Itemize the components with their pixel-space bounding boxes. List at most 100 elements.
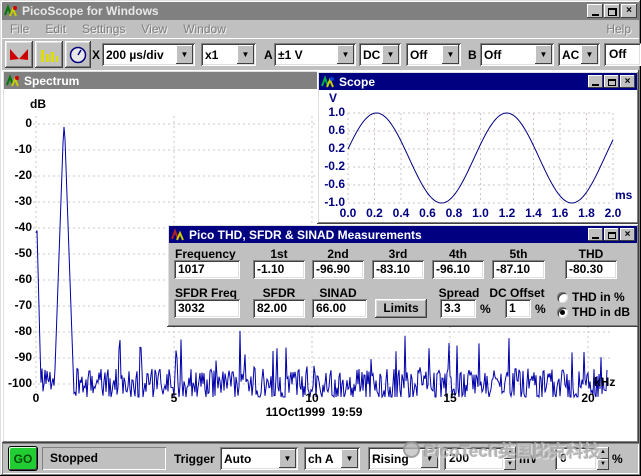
sfdr-freq-field[interactable]: 3032 xyxy=(174,299,240,318)
trigger-mode-combo[interactable]: Auto ▼ xyxy=(220,447,298,470)
tick-label: -20 xyxy=(4,168,32,182)
toolbar: X 200 µs/div ▼ x1 ▼ A ±1 V ▼ DC ▼ Off ▼ … xyxy=(2,38,639,69)
harmonic-3rd-field[interactable]: -83.10 xyxy=(372,260,424,279)
channel-a-alt-combo[interactable]: Off ▼ xyxy=(406,43,461,66)
thd-titlebar[interactable]: Pico THD, SFDR & SINAD Measurements × xyxy=(169,226,637,243)
menu-help[interactable]: Help xyxy=(598,22,639,36)
channel-a-range-combo[interactable]: ±1 V ▼ xyxy=(274,43,356,66)
channel-b-alt-field[interactable]: Off xyxy=(604,43,641,66)
spread-field[interactable]: 3.3 xyxy=(440,299,476,318)
chevron-down-icon: ▼ xyxy=(442,45,459,64)
status-text: Stopped xyxy=(42,447,166,470)
minimize-icon xyxy=(592,84,599,86)
close-icon: × xyxy=(625,76,631,88)
channel-b-range-combo[interactable]: Off ▼ xyxy=(480,43,554,66)
picoscope-logo-icon xyxy=(4,4,19,18)
thd-minimize-button[interactable] xyxy=(588,228,603,241)
thd-close-button[interactable]: × xyxy=(620,228,635,241)
scope-maximize-button[interactable] xyxy=(604,75,619,88)
channel-a-alt-value: Off xyxy=(406,48,442,62)
sfdr-field[interactable]: 82.00 xyxy=(253,299,305,318)
scope-close-button[interactable]: × xyxy=(620,75,635,88)
statusbar: GO Stopped Trigger Auto ▼ ch A ▼ Rising … xyxy=(2,443,639,474)
menu-settings[interactable]: Settings xyxy=(74,22,133,36)
menu-file[interactable]: File xyxy=(2,22,37,36)
thd-header-1st: 1st xyxy=(253,247,305,261)
go-button[interactable]: GO xyxy=(9,447,37,470)
scope-minimize-button[interactable] xyxy=(588,75,603,88)
trigger-level-stepper[interactable]: ▲ ▼ xyxy=(504,447,516,470)
harmonic-2nd-field[interactable]: -96.90 xyxy=(312,260,364,279)
chevron-down-icon: ▼ xyxy=(337,45,354,64)
maximize-icon xyxy=(608,79,616,86)
spectrum-window-icon xyxy=(6,74,21,88)
limits-button[interactable]: Limits xyxy=(375,299,427,318)
main-titlebar: PicoScope for Windows × xyxy=(2,2,639,20)
menubar: File Edit Settings View Window Help xyxy=(2,21,639,37)
radio-icon xyxy=(557,292,568,303)
spectrum-view-button[interactable] xyxy=(35,41,63,68)
tick-label: 15 xyxy=(435,391,465,405)
thd-header-4th: 4th xyxy=(432,247,484,261)
channel-a-coupling-combo[interactable]: DC ▼ xyxy=(359,43,401,66)
tick-label: 0.6 xyxy=(319,123,345,137)
timebase-combo[interactable]: 200 µs/div ▼ xyxy=(102,43,195,66)
tick-label: dB xyxy=(30,97,46,111)
thd-header-frequency: Frequency xyxy=(175,247,236,261)
thd-maximize-button[interactable] xyxy=(604,228,619,241)
tick-label: 0 xyxy=(21,391,51,405)
meter-gauge-icon xyxy=(69,46,87,64)
tick-label: 1.0 xyxy=(467,206,495,220)
tick-label: -0.2 xyxy=(319,159,345,173)
scope-window-title: Scope xyxy=(339,75,375,89)
close-button[interactable]: × xyxy=(621,4,637,18)
spin-up-icon[interactable]: ▲ xyxy=(504,447,516,459)
tick-label: ms xyxy=(615,188,632,202)
scope-titlebar[interactable]: Scope × xyxy=(319,73,637,90)
sfdr-freq-label: SFDR Freq xyxy=(175,286,237,300)
meter-view-button[interactable] xyxy=(65,41,91,68)
minimize-icon xyxy=(592,14,599,16)
maximize-icon xyxy=(608,232,616,239)
restore-button[interactable] xyxy=(604,4,620,18)
menu-window[interactable]: Window xyxy=(175,22,234,36)
pre-trigger-field[interactable]: 0 xyxy=(555,447,597,470)
thd-dialog-body: Frequency 1st 2nd 3rd 4th 5th THD 1017 -… xyxy=(169,243,637,325)
spectrum-bars-icon xyxy=(39,47,59,63)
menu-edit[interactable]: Edit xyxy=(37,22,74,36)
spin-down-icon[interactable]: ▼ xyxy=(504,459,516,471)
trigger-level-field[interactable]: 200 xyxy=(444,447,504,470)
trigger-edge-combo[interactable]: Rising ▼ xyxy=(368,447,440,470)
spin-up-icon[interactable]: ▲ xyxy=(597,447,609,459)
tick-label: -80 xyxy=(4,324,32,338)
thd-in-percent-radio[interactable]: THD in % xyxy=(557,290,625,304)
tick-label: 1.2 xyxy=(493,206,521,220)
dc-offset-field[interactable]: 1 xyxy=(505,299,531,318)
multiplier-combo[interactable]: x1 ▼ xyxy=(201,43,256,66)
harmonic-5th-field[interactable]: -87.10 xyxy=(492,260,545,279)
tick-label: V xyxy=(329,91,337,105)
trigger-source-combo[interactable]: ch A ▼ xyxy=(304,447,360,470)
dc-offset-unit: % xyxy=(535,302,546,316)
tick-label: 0.2 xyxy=(319,141,345,155)
thd-field[interactable]: -80.30 xyxy=(565,260,617,279)
thd-in-db-label: THD in dB xyxy=(572,305,630,319)
harmonic-1st-field[interactable]: -1.10 xyxy=(253,260,305,279)
scope-view-button[interactable] xyxy=(5,41,33,68)
trigger-label: Trigger xyxy=(174,452,215,466)
sinad-field[interactable]: 66.00 xyxy=(312,299,367,318)
thd-in-db-radio[interactable]: THD in dB xyxy=(557,305,630,319)
tick-label: 1.6 xyxy=(546,206,574,220)
spin-down-icon[interactable]: ▼ xyxy=(597,459,609,471)
minimize-button[interactable] xyxy=(587,4,603,18)
close-icon: × xyxy=(625,229,631,241)
tick-label: 0 xyxy=(4,116,32,130)
radio-icon xyxy=(557,307,568,318)
chevron-down-icon: ▼ xyxy=(341,449,358,468)
frequency-field[interactable]: 1017 xyxy=(174,260,240,279)
channel-b-coupling-combo[interactable]: AC ▼ xyxy=(558,43,600,66)
menu-view[interactable]: View xyxy=(133,22,175,36)
harmonic-4th-field[interactable]: -96.10 xyxy=(432,260,484,279)
thd-header-5th: 5th xyxy=(492,247,545,261)
pre-trigger-stepper[interactable]: ▲ ▼ xyxy=(597,447,609,470)
